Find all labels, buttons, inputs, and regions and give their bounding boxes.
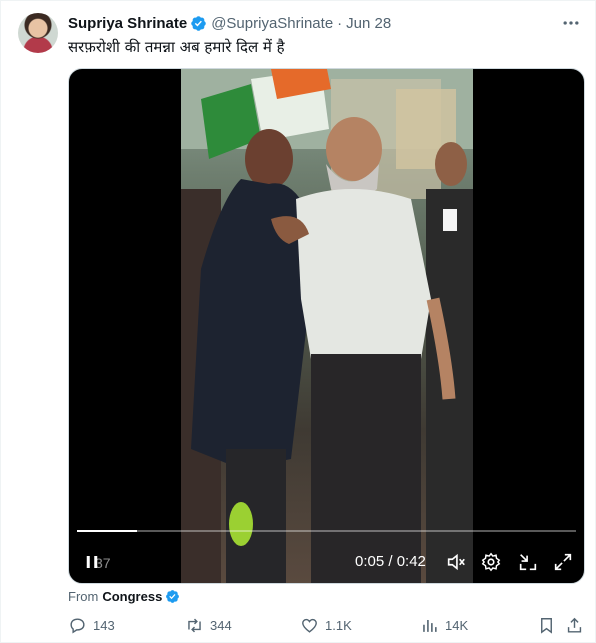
avatar[interactable]: [18, 13, 58, 53]
tweet-text: सरफ़रोशी की तमन्ना अब हमारे दिल में है: [68, 38, 285, 56]
verified-icon: [166, 590, 180, 603]
share-button[interactable]: [565, 616, 590, 635]
bookmark-button[interactable]: [537, 616, 562, 635]
video-progress-fill: [77, 530, 137, 532]
like-button[interactable]: 1.1K: [300, 616, 352, 635]
tweet-date[interactable]: Jun 28: [346, 15, 391, 32]
retweet-button[interactable]: 344: [185, 616, 232, 635]
minimize-icon[interactable]: [517, 551, 539, 573]
video-frame: [181, 69, 473, 583]
reply-icon: [70, 618, 85, 634]
source-prefix: From: [68, 589, 99, 604]
video-scene: [181, 69, 473, 583]
views-button[interactable]: 14K: [420, 616, 468, 635]
tweet-card[interactable]: Supriya Shrinate @SupriyaShrinate · Jun …: [0, 0, 596, 643]
bookmark-icon: [541, 618, 552, 634]
video-player[interactable]: 37 0:05 / 0:42: [68, 68, 585, 584]
video-time: 0:05 / 0:42: [355, 553, 426, 570]
more-icon[interactable]: [561, 13, 581, 33]
verified-icon: [191, 15, 206, 31]
reply-button[interactable]: 143: [68, 616, 115, 635]
retweet-icon: [188, 618, 201, 633]
like-count: 1.1K: [325, 618, 352, 633]
video-view-count: 37: [95, 555, 111, 571]
separator: ·: [337, 14, 343, 32]
reply-count: 143: [93, 618, 115, 633]
action-bar: 143 344 1.1K 14K: [68, 616, 588, 638]
views-icon: [423, 619, 437, 632]
author-handle[interactable]: @SupriyaShrinate: [211, 15, 333, 32]
video-progress-bar[interactable]: [77, 530, 576, 532]
like-icon: [302, 618, 317, 633]
mute-icon[interactable]: [445, 551, 467, 573]
retweet-count: 344: [210, 618, 232, 633]
source-attribution: From Congress: [68, 589, 184, 604]
author-name[interactable]: Supriya Shrinate: [68, 15, 187, 32]
tweet-header: Supriya Shrinate @SupriyaShrinate · Jun …: [68, 13, 391, 33]
share-icon: [567, 617, 582, 633]
views-count: 14K: [445, 618, 469, 633]
settings-icon[interactable]: [480, 551, 502, 573]
source-name[interactable]: Congress: [102, 589, 162, 604]
fullscreen-icon[interactable]: [552, 551, 574, 573]
